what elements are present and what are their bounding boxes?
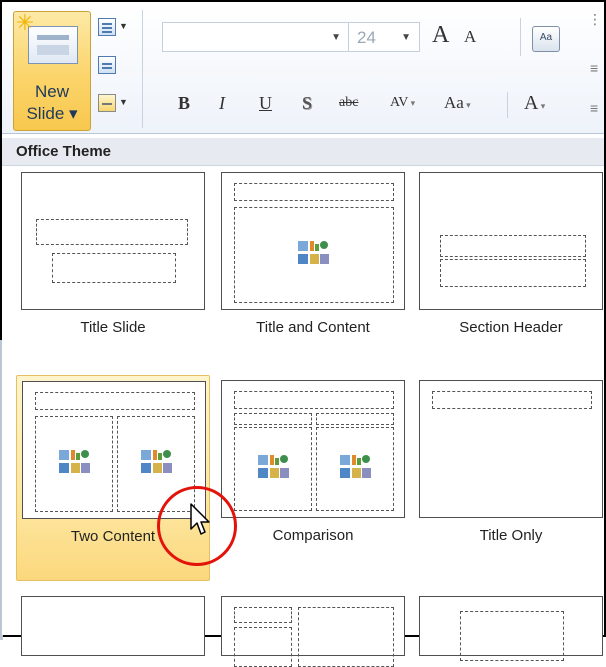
strikethrough-button[interactable]: abc <box>339 88 358 118</box>
layout-title-slide[interactable]: Title Slide <box>16 167 210 373</box>
bold-button[interactable]: B <box>178 88 190 118</box>
chevron-down-icon: ▼ <box>119 21 128 31</box>
layout-label: Title Only <box>479 527 543 544</box>
divider <box>507 92 508 118</box>
layout-comparison[interactable]: Comparison <box>216 375 410 581</box>
title-placeholder <box>440 235 586 257</box>
underline-button[interactable]: U <box>259 88 272 118</box>
layout-thumbnail <box>21 172 205 310</box>
text-placeholder <box>440 259 586 287</box>
title-placeholder <box>36 219 188 245</box>
divider <box>520 18 521 56</box>
font-size-combo[interactable]: 24 ▼ <box>348 22 420 52</box>
layout-picture-with-caption-partial[interactable] <box>414 591 606 661</box>
text-placeholder <box>234 627 292 667</box>
new-slide-label: New <box>34 82 69 101</box>
layout-title-and-content[interactable]: Title and Content <box>216 167 410 373</box>
insert-object-icon <box>298 241 330 267</box>
layout-label: Title Slide <box>80 319 146 336</box>
layout-content-with-caption-partial[interactable] <box>216 591 410 667</box>
layout-thumbnail <box>221 380 405 518</box>
gallery-section-header: Office Theme <box>2 138 604 166</box>
picture-placeholder <box>460 611 564 661</box>
align-icon: ≡ <box>590 100 599 116</box>
more-icon: ⋮ <box>588 11 602 27</box>
italic-button[interactable]: I <box>219 88 225 118</box>
shrink-font-button[interactable]: A <box>464 22 476 52</box>
reset-icon <box>98 56 116 74</box>
layout-thumbnail <box>419 380 603 518</box>
layout-thumbnail <box>419 596 603 661</box>
insert-object-icon <box>340 455 372 481</box>
chevron-down-icon: ▾ <box>463 100 471 110</box>
layout-label: Title and Content <box>256 319 370 336</box>
insert-object-icon <box>141 450 173 476</box>
chevron-down-icon: ▼ <box>401 32 411 43</box>
layout-section-header[interactable]: Section Header <box>414 167 606 373</box>
shadow-button[interactable]: S <box>302 88 312 118</box>
font-name-combo[interactable]: ▼ <box>162 22 350 52</box>
sparkle-icon: ✳ <box>15 10 35 35</box>
new-slide-button[interactable]: ✳ New Slide ▾ <box>13 11 91 131</box>
ribbon: ✳ New Slide ▾ ▼ ▼ ▼ 24 ▼ A A Aa ⋮ ≡ ≡ B … <box>2 2 604 134</box>
title-placeholder <box>234 183 394 201</box>
font-color-button[interactable]: A ▾ <box>524 88 545 118</box>
layout-thumbnail <box>419 172 603 310</box>
layout-thumbnail <box>221 596 405 667</box>
font-size-value: 24 <box>357 28 376 47</box>
title-placeholder <box>234 607 292 623</box>
layout-button[interactable]: ▼ <box>94 14 130 42</box>
insert-object-icon <box>258 455 290 481</box>
layout-blank-partial[interactable] <box>16 591 210 656</box>
section-button[interactable]: ▼ <box>94 90 130 118</box>
group-divider <box>142 10 143 128</box>
layout-icon <box>98 18 116 36</box>
change-case-button[interactable]: Aa ▾ <box>444 88 471 118</box>
theme-name: Office Theme <box>16 143 112 160</box>
insert-object-icon <box>59 450 91 476</box>
layout-label: Section Header <box>459 319 563 336</box>
chevron-down-icon: ▾ <box>538 101 546 111</box>
layout-label: Comparison <box>272 527 354 544</box>
grow-font-button[interactable]: A <box>432 20 449 50</box>
title-placeholder <box>35 392 195 410</box>
section-icon <box>98 94 116 112</box>
reset-button[interactable] <box>94 52 130 80</box>
title-placeholder <box>234 391 394 409</box>
mouse-cursor-icon <box>190 503 210 535</box>
layout-thumbnail <box>21 596 205 656</box>
change-case-label: Aa <box>444 93 464 112</box>
chevron-down-icon: ▼ <box>331 32 341 43</box>
paragraph-icon: ≡ <box>590 60 599 76</box>
chevron-down-icon: ▼ <box>119 97 128 107</box>
left-heading-placeholder <box>234 413 312 425</box>
subtitle-placeholder <box>52 253 176 283</box>
layout-title-only[interactable]: Title Only <box>414 375 606 581</box>
layout-gallery: Title Slide Title and Content Section He… <box>2 167 606 667</box>
character-spacing-label: AV <box>390 95 409 110</box>
character-spacing-button[interactable]: AV ▾ <box>390 88 415 118</box>
chevron-down-icon: ▾ <box>408 98 416 108</box>
title-placeholder <box>432 391 592 409</box>
font-color-label: A <box>524 92 539 114</box>
right-heading-placeholder <box>316 413 394 425</box>
new-slide-dropdown-label: Slide ▾ <box>26 104 78 123</box>
content-placeholder <box>298 607 394 667</box>
clear-formatting-button[interactable]: Aa <box>532 26 560 52</box>
layout-thumbnail <box>221 172 405 310</box>
